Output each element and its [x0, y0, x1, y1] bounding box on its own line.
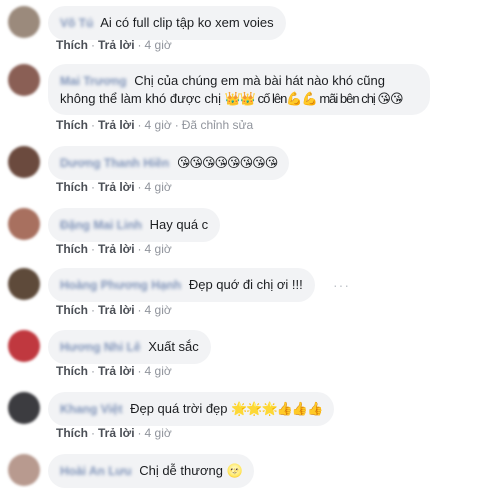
- comment-author[interactable]: Hoàng Phương Hạnh: [60, 278, 181, 292]
- reply-link[interactable]: Trả lời: [98, 426, 135, 440]
- comment-actions: Thích · Trả lời · 4 giờ: [56, 242, 172, 256]
- comment-time[interactable]: 4 giờ: [145, 118, 172, 132]
- comment-bubble: Đặng Mai Linh Hay quá c: [48, 208, 221, 242]
- comment-bubble: Hoàng Phương Hạnh Đẹp quớ đi chị ơi !!!: [48, 268, 315, 302]
- comment-time[interactable]: 4 giờ: [145, 180, 172, 194]
- edited-label[interactable]: Đã chỉnh sửa: [182, 118, 253, 132]
- comment-author[interactable]: Đặng Mai Linh: [60, 218, 142, 232]
- comment-emoji: 🌟🌟🌟👍👍👍: [231, 401, 323, 416]
- comment-bubble: Khang Việt Đẹp quá trời đẹp 🌟🌟🌟👍👍👍: [48, 392, 335, 426]
- comment-author[interactable]: Võ Tú: [60, 16, 93, 30]
- reply-link[interactable]: Trả lời: [98, 242, 135, 256]
- comment-time[interactable]: 4 giờ: [145, 242, 172, 256]
- avatar[interactable]: [8, 268, 40, 300]
- comment-text: Đẹp quá trời đẹp: [130, 401, 228, 416]
- like-link[interactable]: Thích: [56, 242, 88, 256]
- comment-actions: Thích · Trả lời · 4 giờ: [56, 38, 172, 52]
- comment-time[interactable]: 4 giờ: [145, 303, 172, 317]
- comment-text: Xuất sắc: [148, 339, 199, 354]
- like-link[interactable]: Thích: [56, 38, 88, 52]
- comment-actions: Thích · Trả lời · 4 giờ · Đã chỉnh sửa: [56, 118, 254, 132]
- like-link[interactable]: Thích: [56, 364, 88, 378]
- comment-time[interactable]: 4 giờ: [145, 38, 172, 52]
- comment-bubble: Dương Thanh Hiền 😘😘😘😘😘😘😘😘: [48, 146, 290, 180]
- avatar[interactable]: [8, 6, 40, 38]
- comment-text: Chị dễ thương: [139, 463, 223, 478]
- comment-author[interactable]: Hương Nhi Lê: [60, 340, 141, 354]
- comment-bubble: Hương Nhi Lê Xuất sắc: [48, 330, 211, 364]
- comment-emoji: 😘😘😘😘😘😘😘😘: [176, 155, 278, 170]
- avatar[interactable]: [8, 208, 40, 240]
- comment-actions: Thích · Trả lời · 4 giờ: [56, 426, 172, 440]
- comment-author[interactable]: Mai Trương: [60, 74, 127, 88]
- like-link[interactable]: Thích: [56, 303, 88, 317]
- like-link[interactable]: Thích: [56, 180, 88, 194]
- avatar[interactable]: [8, 454, 40, 486]
- comment-time[interactable]: 4 giờ: [145, 426, 172, 440]
- comment-actions: Thích · Trả lời · 4 giờ: [56, 180, 172, 194]
- comment-text: Hay quá c: [149, 217, 209, 232]
- reply-link[interactable]: Trả lời: [98, 180, 135, 194]
- more-options-icon[interactable]: ···: [333, 277, 350, 293]
- avatar[interactable]: [8, 330, 40, 362]
- comment-actions: Thích · Trả lời · 4 giờ: [56, 303, 172, 317]
- like-link[interactable]: Thích: [56, 426, 88, 440]
- comment-text: Ai có full clip tập ko xem voies: [100, 15, 274, 30]
- reply-link[interactable]: Trả lời: [98, 118, 135, 132]
- avatar[interactable]: [8, 392, 40, 424]
- comment-author[interactable]: Khang Việt: [60, 402, 122, 416]
- like-link[interactable]: Thích: [56, 118, 88, 132]
- reply-link[interactable]: Trả lời: [98, 364, 135, 378]
- comment-time[interactable]: 4 giờ: [145, 364, 172, 378]
- comment-bubble: Võ Tú Ai có full clip tập ko xem voies: [48, 6, 286, 40]
- comment-emoji: 🌝: [226, 463, 243, 478]
- comment-bubble: Hoài An Lưu Chị dễ thương 🌝: [48, 454, 254, 488]
- comment-text: Đẹp quớ đi chị ơi !!!: [188, 277, 303, 292]
- reply-link[interactable]: Trả lời: [98, 38, 135, 52]
- comment-bubble: Mai Trương Chị của chúng em mà bài hát n…: [48, 64, 430, 115]
- avatar[interactable]: [8, 146, 40, 178]
- avatar[interactable]: [8, 64, 40, 96]
- comment-author[interactable]: Hoài An Lưu: [60, 464, 132, 478]
- reply-link[interactable]: Trả lời: [98, 303, 135, 317]
- comment-emoji: 👑👑 cố lên💪💪 mãi bên chị 😘😘: [224, 91, 404, 106]
- comment-author[interactable]: Dương Thanh Hiền: [60, 156, 169, 170]
- comment-actions: Thích · Trả lời · 4 giờ: [56, 364, 172, 378]
